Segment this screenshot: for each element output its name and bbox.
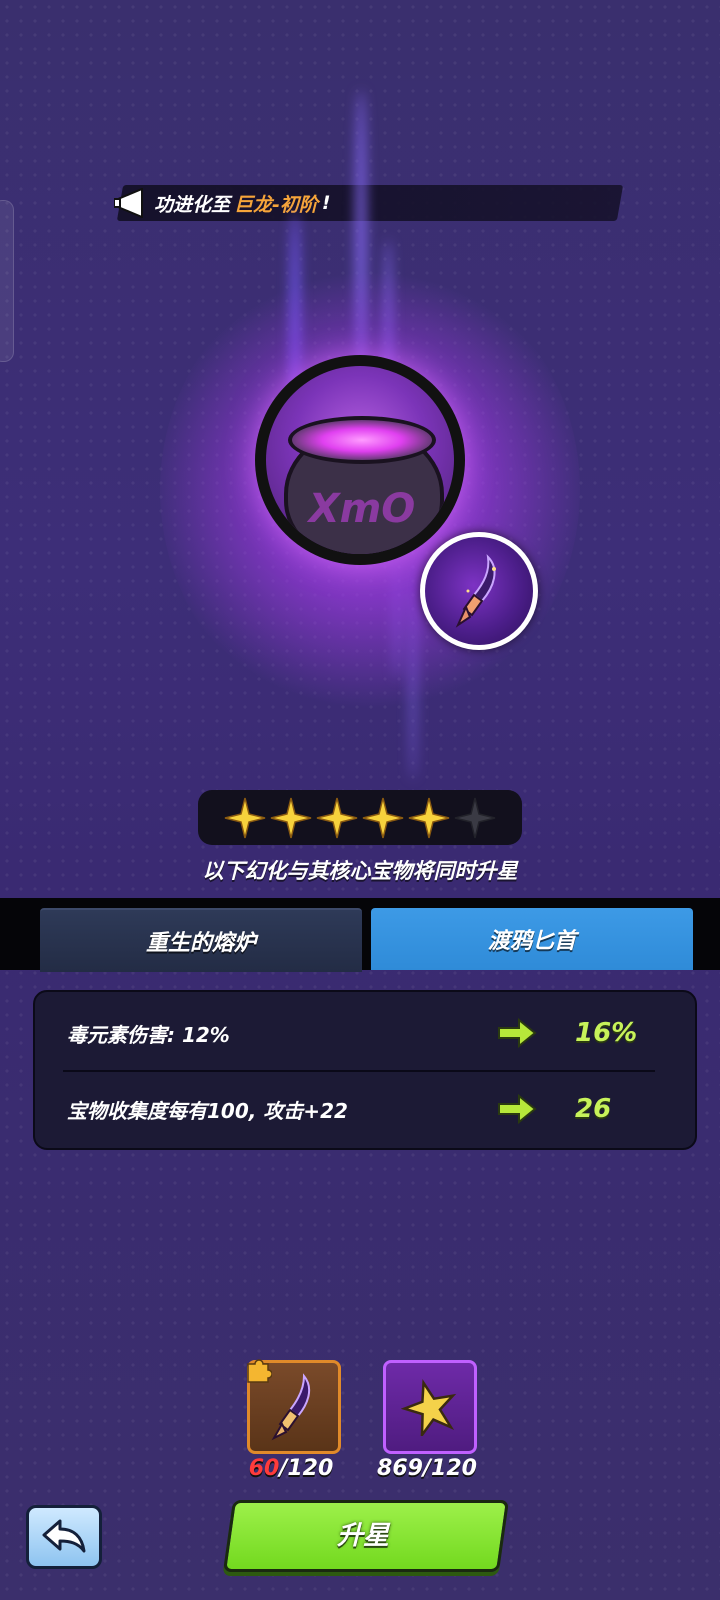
notice-highlight: 巨龙-初阶 xyxy=(234,193,318,216)
stat-row: 宝物收集度每有100, 攻击+22 26 xyxy=(35,1078,695,1140)
pot-inscription: XmO xyxy=(308,486,416,532)
star-rating xyxy=(198,790,522,845)
star-filled-icon xyxy=(361,796,405,840)
pot-rim xyxy=(288,416,436,464)
stat-label: 宝物收集度每有100, 攻击+22 xyxy=(67,1098,348,1123)
divider xyxy=(63,1070,655,1072)
megaphone-icon xyxy=(112,184,150,222)
star-filled-icon xyxy=(269,796,313,840)
arrow-right-icon xyxy=(497,1017,537,1052)
dagger-shard-icon xyxy=(271,1373,311,1441)
tab-rebirth-furnace[interactable]: 重生的熔炉 xyxy=(40,908,362,972)
upgrade-star-label[interactable]: 升星 xyxy=(228,1500,498,1566)
material-count-have: 869 xyxy=(377,1456,423,1481)
material-count: 60/120 xyxy=(231,1456,351,1481)
back-button[interactable] xyxy=(26,1505,102,1569)
star-filled-icon xyxy=(407,796,451,840)
material-count-need: /120 xyxy=(422,1456,477,1481)
raven-dagger-icon xyxy=(425,537,533,645)
upgrade-subtitle: 以下幻化与其核心宝物将同时升星 xyxy=(202,859,518,883)
stats-panel: 毒元素伤害: 12% 16% 宝物收集度每有100, 攻击+22 26 xyxy=(33,990,697,1150)
material-count: 869/120 xyxy=(367,1456,487,1481)
tab-raven-dagger[interactable]: 渡鸦匕首 xyxy=(371,908,693,970)
stat-value: 26 xyxy=(575,1094,612,1124)
star-filled-icon xyxy=(223,796,267,840)
stat-label: 毒元素伤害: 12% xyxy=(67,1022,230,1047)
stat-row: 毒元素伤害: 12% 16% xyxy=(35,1002,695,1064)
arrow-right-icon xyxy=(497,1093,537,1128)
material-count-have: 60 xyxy=(248,1456,280,1481)
notice-suffix: ! xyxy=(321,192,331,214)
star-fragment-icon xyxy=(401,1379,457,1436)
material-count-need: /120 xyxy=(279,1456,334,1481)
back-arrow-icon xyxy=(42,1519,86,1553)
star-empty-icon xyxy=(453,796,497,840)
material-star-fragment[interactable] xyxy=(383,1360,477,1454)
side-drawer-handle[interactable] xyxy=(0,200,14,362)
puzzle-piece-icon xyxy=(246,1358,273,1384)
stat-value: 16% xyxy=(575,1018,638,1048)
notice-text: 功进化至 巨龙-初阶! xyxy=(112,182,331,224)
cauldron-icon: XmO xyxy=(266,366,454,554)
notice-prefix: 功进化至 xyxy=(154,193,231,216)
star-filled-icon xyxy=(315,796,359,840)
